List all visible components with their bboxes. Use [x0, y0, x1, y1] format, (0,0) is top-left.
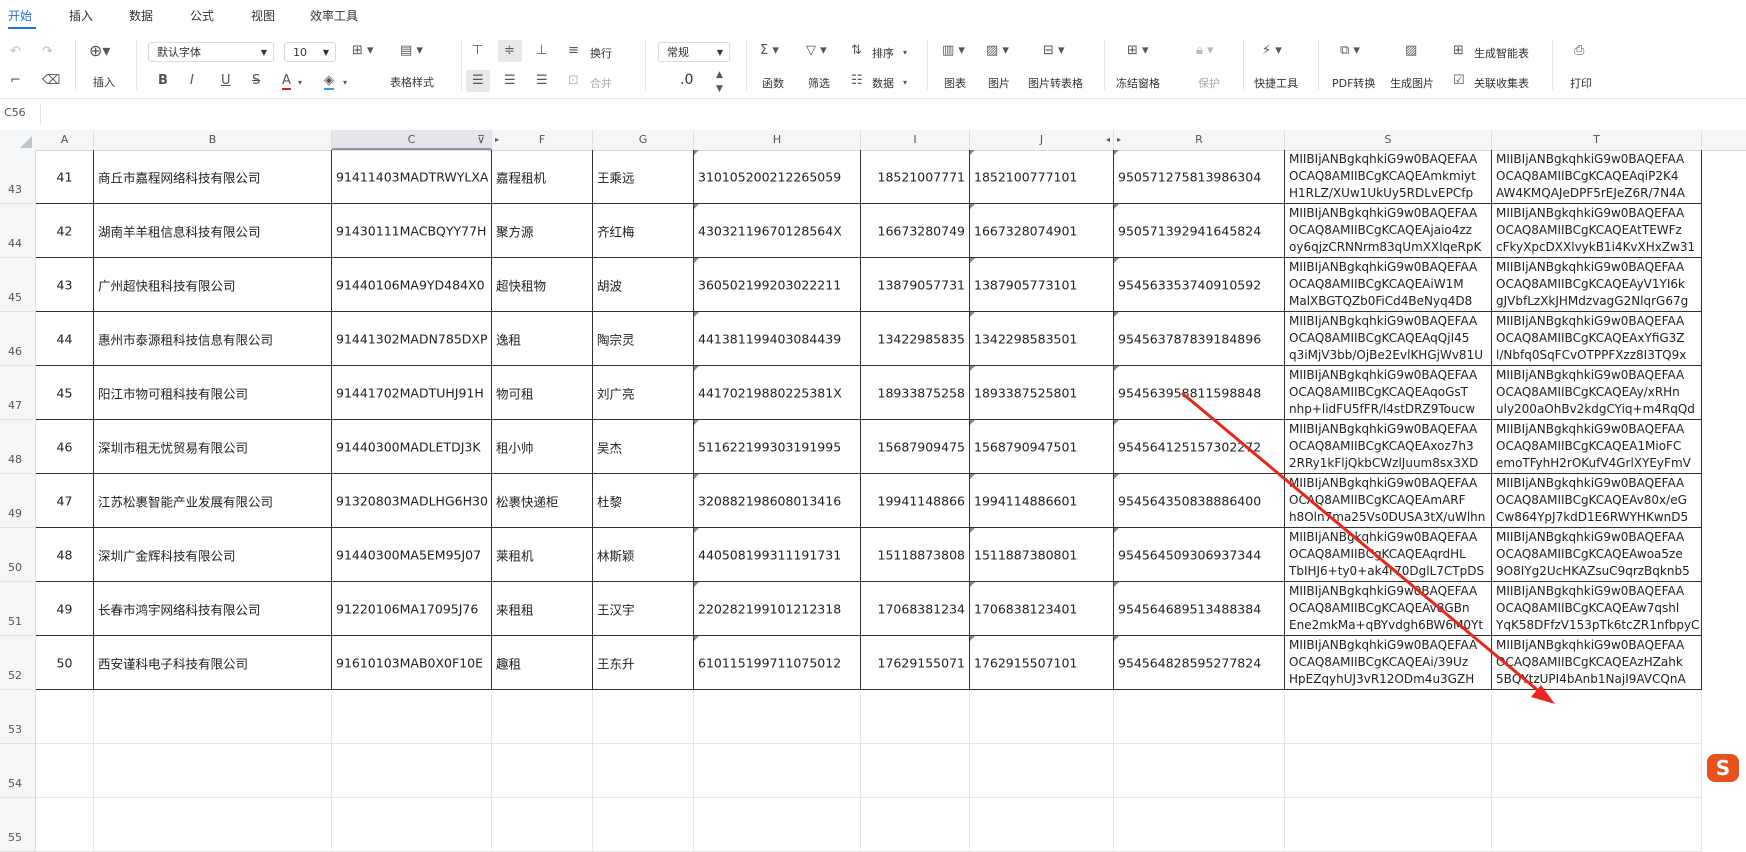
annotation-arrow	[1181, 391, 1555, 704]
arrow-line	[1181, 391, 1542, 695]
ime-logo[interactable]: S	[1707, 754, 1739, 782]
